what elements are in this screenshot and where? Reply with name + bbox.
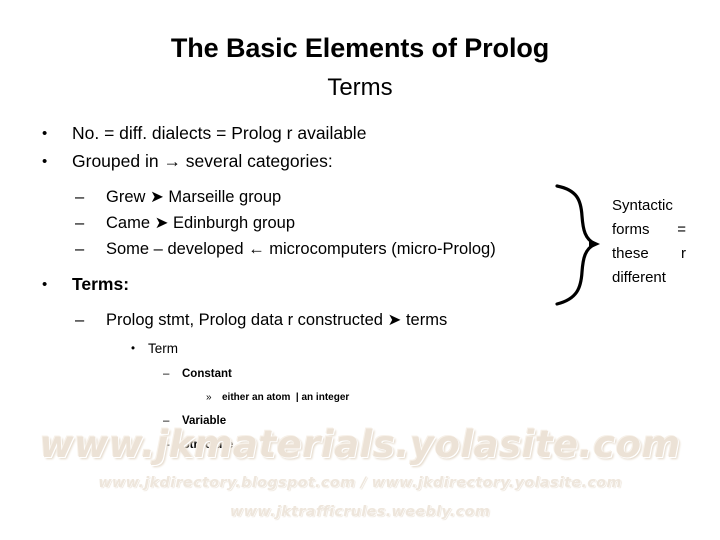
list-item: • No. = diff. dialects = Prolog r availa… (30, 120, 560, 147)
bullet-marker: » (206, 392, 212, 403)
watermark-secondary: www.jkdirectory.blogspot.com / www.jkdir… (98, 475, 622, 491)
annotation-line-4: different (612, 269, 666, 286)
list-item: – Constant (30, 365, 560, 384)
list-item: – Structure (30, 436, 560, 455)
bullet-marker: • (42, 276, 48, 293)
list-item: – Prolog stmt, Prolog data r constructed… (30, 307, 560, 333)
annotation-line-1: Syntactic (612, 197, 673, 214)
list-item-label: Grew ➤ Marseille group (106, 188, 282, 206)
list-item: – Some – developed ← microcomputers (mic… (30, 236, 560, 262)
list-item: – Came ➤ Edinburgh group (30, 210, 560, 236)
bullet-marker: • (42, 125, 48, 142)
list-item-label: Variable (182, 415, 227, 427)
bullet-marker: – (75, 311, 85, 329)
bullet-marker: – (75, 240, 85, 258)
list-item-label: Constant (182, 368, 232, 380)
list-item-label: No. = diff. dialects = Prolog r availabl… (72, 123, 367, 143)
annotation-line-2-right: = (677, 221, 686, 238)
annotation-line-3-left: these (612, 245, 649, 262)
bullet-marker: • (131, 343, 136, 355)
annotation-line-3: these r (612, 242, 686, 266)
list-item: • Grouped in → several categories: (30, 148, 560, 175)
list-item-label: Term (148, 341, 178, 356)
bullet-marker: • (42, 153, 48, 170)
bullet-marker: – (163, 439, 170, 451)
list-item-label: Came ➤ Edinburgh group (106, 214, 296, 232)
annotation-line-2: forms = (612, 218, 686, 242)
page-title: The Basic Elements of Prolog (170, 33, 550, 63)
page-subtitle: Terms (327, 74, 393, 101)
bullet-marker: – (75, 214, 85, 232)
list-item-label: either an atom | an integer (222, 392, 350, 403)
bullet-list: • No. = diff. dialects = Prolog r availa… (30, 120, 560, 455)
list-item-label: Prolog stmt, Prolog data r constructed ➤… (106, 311, 448, 329)
slide-canvas: The Basic Elements of Prolog Terms • No.… (0, 0, 720, 540)
list-item: • Term (30, 338, 560, 360)
list-item-label: Terms: (72, 274, 130, 294)
watermark-tertiary: www.jktrafficrules.weebly.com (229, 504, 491, 520)
bullet-marker: – (75, 188, 85, 206)
annotation-line-2-left: forms (612, 221, 650, 238)
list-item: – Grew ➤ Marseille group (30, 184, 560, 210)
list-item: – Variable (30, 412, 560, 431)
curly-brace-right-icon (555, 184, 600, 306)
annotation-text-block: Syntactic forms = these r different (612, 194, 720, 290)
list-item: » either an atom | an integer (30, 389, 560, 407)
list-item-label: Structure (182, 439, 234, 451)
list-item-label: Grouped in → several categories: (72, 151, 333, 171)
bullet-marker: – (163, 415, 170, 427)
side-annotation: Syntactic forms = these r different (551, 182, 720, 308)
list-item: • Terms: (30, 271, 560, 298)
bullet-marker: – (163, 368, 170, 380)
annotation-line-3-right: r (681, 245, 686, 262)
list-item-label: Some – developed ← microcomputers (micro… (106, 240, 496, 258)
